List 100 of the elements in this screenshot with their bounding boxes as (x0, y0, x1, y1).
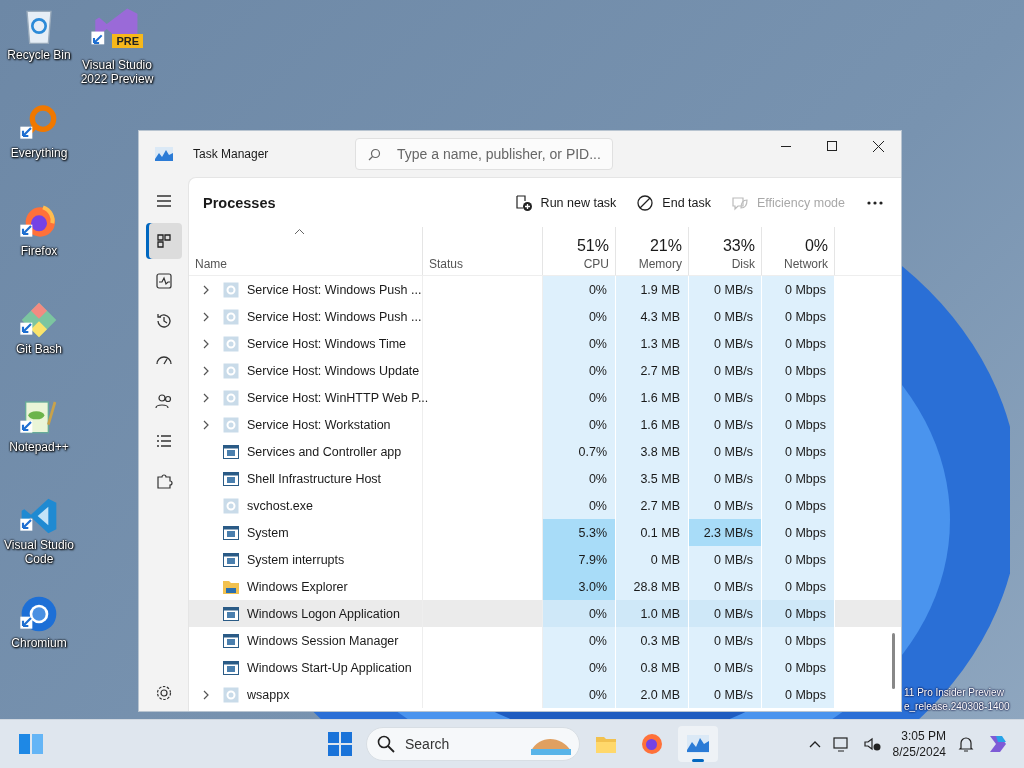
column-header[interactable]: Status (423, 227, 543, 275)
usage-cell: 1.0 MB (616, 600, 689, 627)
process-name: Windows Session Manager (247, 633, 399, 648)
process-name-cell[interactable]: System (189, 519, 423, 546)
process-row[interactable]: Service Host: Windows Update 0% 2.7 MB 0 MB/s 0 Mbps (189, 357, 901, 384)
chevron-right-icon[interactable] (203, 365, 209, 376)
usage-cell: 0 Mbps (762, 330, 835, 357)
process-row[interactable]: Windows Session Manager 0% 0.3 MB 0 MB/s 0 Mbps (189, 627, 901, 654)
window-icon (223, 525, 239, 540)
process-name: Service Host: Windows Update (247, 363, 420, 378)
usage-cell: 0 Mbps (762, 519, 835, 546)
usage-cell: 0 MB/s (689, 465, 762, 492)
column-label: Status (429, 257, 465, 271)
process-name-cell[interactable]: Services and Controller app (189, 438, 423, 465)
taskbar-app-button[interactable] (678, 726, 718, 763)
usage-cell: 0 MB/s (689, 438, 762, 465)
globe-icon (640, 732, 664, 757)
process-row[interactable]: Service Host: Windows Time 0% 1.3 MB 0 MB/s 0 Mbps (189, 330, 901, 357)
usage-cell: 0 MB/s (689, 654, 762, 681)
process-name: System interrupts (247, 552, 345, 567)
usage-cell: 0 Mbps (762, 600, 835, 627)
process-name-cell[interactable]: Service Host: Windows Update (189, 357, 423, 384)
monitor-icon[interactable] (832, 736, 851, 753)
process-row[interactable]: Windows Logon Application 0% 1.0 MB 0 MB/s 0 Mbps (189, 600, 901, 627)
usage-cell: 0 MB/s (689, 546, 762, 573)
chart-window-icon (155, 147, 173, 161)
nav-button[interactable] (145, 223, 182, 259)
usage-cell: 0% (543, 384, 616, 411)
process-row[interactable]: Service Host: Windows Push ... 0% 4.3 MB 0 MB/s 0 Mbps (189, 303, 901, 330)
process-name-cell[interactable]: Service Host: Windows Push ... (189, 303, 423, 330)
speaker-muted-icon[interactable] (862, 736, 881, 753)
chevron-right-icon[interactable] (203, 392, 209, 403)
process-name: Service Host: Workstation (247, 417, 391, 432)
usage-cell: 0% (543, 465, 616, 492)
scrollbar-thumb[interactable] (892, 633, 895, 689)
process-row[interactable]: System 5.3% 0.1 MB 2.3 MB/s 0 Mbps (189, 519, 901, 546)
window-icon (223, 606, 239, 621)
column-header[interactable]: 21% Memory (616, 227, 689, 275)
chevron-up-icon[interactable] (808, 740, 821, 748)
desktop-icon-label[interactable]: Recycle Bin (7, 48, 71, 62)
process-name: wsappx (247, 687, 290, 702)
process-row[interactable]: wsappx 0% 2.0 MB 0 MB/s 0 Mbps (189, 681, 901, 708)
process-name-cell[interactable]: svchost.exe (189, 492, 423, 519)
column-header[interactable]: Name (189, 227, 423, 275)
usage-cell: 0 MB/s (689, 573, 762, 600)
usage-cell: 0.7% (543, 438, 616, 465)
search-field[interactable]: Type a name, publisher, or PID... (355, 138, 613, 170)
chevron-right-icon[interactable] (203, 689, 209, 700)
process-name-cell[interactable]: System interrupts (189, 546, 423, 573)
toolbar-button[interactable]: Run new task (504, 185, 627, 220)
desktop-icon-label[interactable]: Visual Studio 2022 Preview (78, 58, 156, 86)
chevron-right-icon[interactable] (203, 338, 209, 349)
column-header[interactable]: 51% CPU (543, 227, 616, 275)
window-title: Task Manager (193, 147, 270, 161)
taskbar-search-field[interactable]: Search (366, 727, 580, 762)
usage-total: 21% (649, 237, 682, 255)
chevron-right-icon[interactable] (203, 284, 209, 295)
process-name-cell[interactable]: Windows Logon Application (189, 600, 423, 627)
widgets-icon[interactable] (18, 733, 44, 756)
usage-cell: 0 Mbps (762, 627, 835, 654)
desktop-icon-label[interactable]: Everything (10, 146, 68, 160)
process-name-cell[interactable]: Windows Start-Up Application (189, 654, 423, 681)
usage-cell: 0 MB/s (689, 492, 762, 519)
process-row[interactable]: Shell Infrastructure Host 0% 3.5 MB 0 MB/s 0 Mbps (189, 465, 901, 492)
toolbar-button[interactable]: End task (626, 185, 721, 220)
users-icon (153, 391, 174, 411)
folder-icon (223, 579, 239, 594)
clock[interactable]: 3:05 PM 8/25/2024 (892, 728, 946, 761)
process-name-cell[interactable]: Service Host: Windows Time (189, 330, 423, 357)
process-name-cell[interactable]: Windows Session Manager (189, 627, 423, 654)
usage-cell: 0 Mbps (762, 357, 835, 384)
usage-cell: 0 MB/s (689, 627, 762, 654)
usage-cell: 0 MB/s (689, 600, 762, 627)
prohibited-icon (636, 193, 655, 212)
usage-cell: 0.8 MB (616, 654, 689, 681)
process-name-cell[interactable]: Shell Infrastructure Host (189, 465, 423, 492)
process-name-cell[interactable]: Service Host: Workstation (189, 411, 423, 438)
column-header[interactable]: 0% Network (762, 227, 835, 275)
close-icon (872, 140, 884, 152)
usage-cell: 0% (543, 411, 616, 438)
process-row[interactable]: Windows Explorer 3.0% 28.8 MB 0 MB/s 0 Mbps (189, 573, 901, 600)
process-row[interactable]: Services and Controller app 0.7% 3.8 MB 0 MB/s 0 Mbps (189, 438, 901, 465)
usage-cell: 0 MB/s (689, 411, 762, 438)
process-name-cell[interactable]: Service Host: Windows Push ... (189, 276, 423, 303)
process-name: Windows Explorer (247, 579, 348, 594)
bell-icon[interactable] (958, 735, 974, 753)
usage-cell: 3.8 MB (616, 438, 689, 465)
process-name-cell[interactable]: wsappx (189, 681, 423, 708)
process-row[interactable]: System interrupts 7.9% 0 MB 0 MB/s 0 Mbps (189, 546, 901, 573)
usage-cell: 0 MB/s (689, 384, 762, 411)
process-row[interactable]: svchost.exe 0% 2.7 MB 0 MB/s 0 Mbps (189, 492, 901, 519)
gear-icon (223, 362, 239, 379)
process-row[interactable]: Service Host: WinHTTP Web P... 0% 1.6 MB 0 MB/s 0 Mbps (189, 384, 901, 411)
column-header[interactable]: 33% Disk (689, 227, 762, 275)
chevron-right-icon[interactable] (203, 311, 209, 322)
chevron-right-icon[interactable] (203, 419, 209, 430)
usage-total: 51% (576, 237, 609, 255)
process-row[interactable]: Service Host: Workstation 0% 1.6 MB 0 MB/s 0 Mbps (189, 411, 901, 438)
process-row[interactable]: Service Host: Windows Push ... 0% 1.9 MB 0 MB/s 0 Mbps (189, 276, 901, 303)
process-row[interactable]: Windows Start-Up Application 0% 0.8 MB 0 MB/s 0 Mbps (189, 654, 901, 681)
